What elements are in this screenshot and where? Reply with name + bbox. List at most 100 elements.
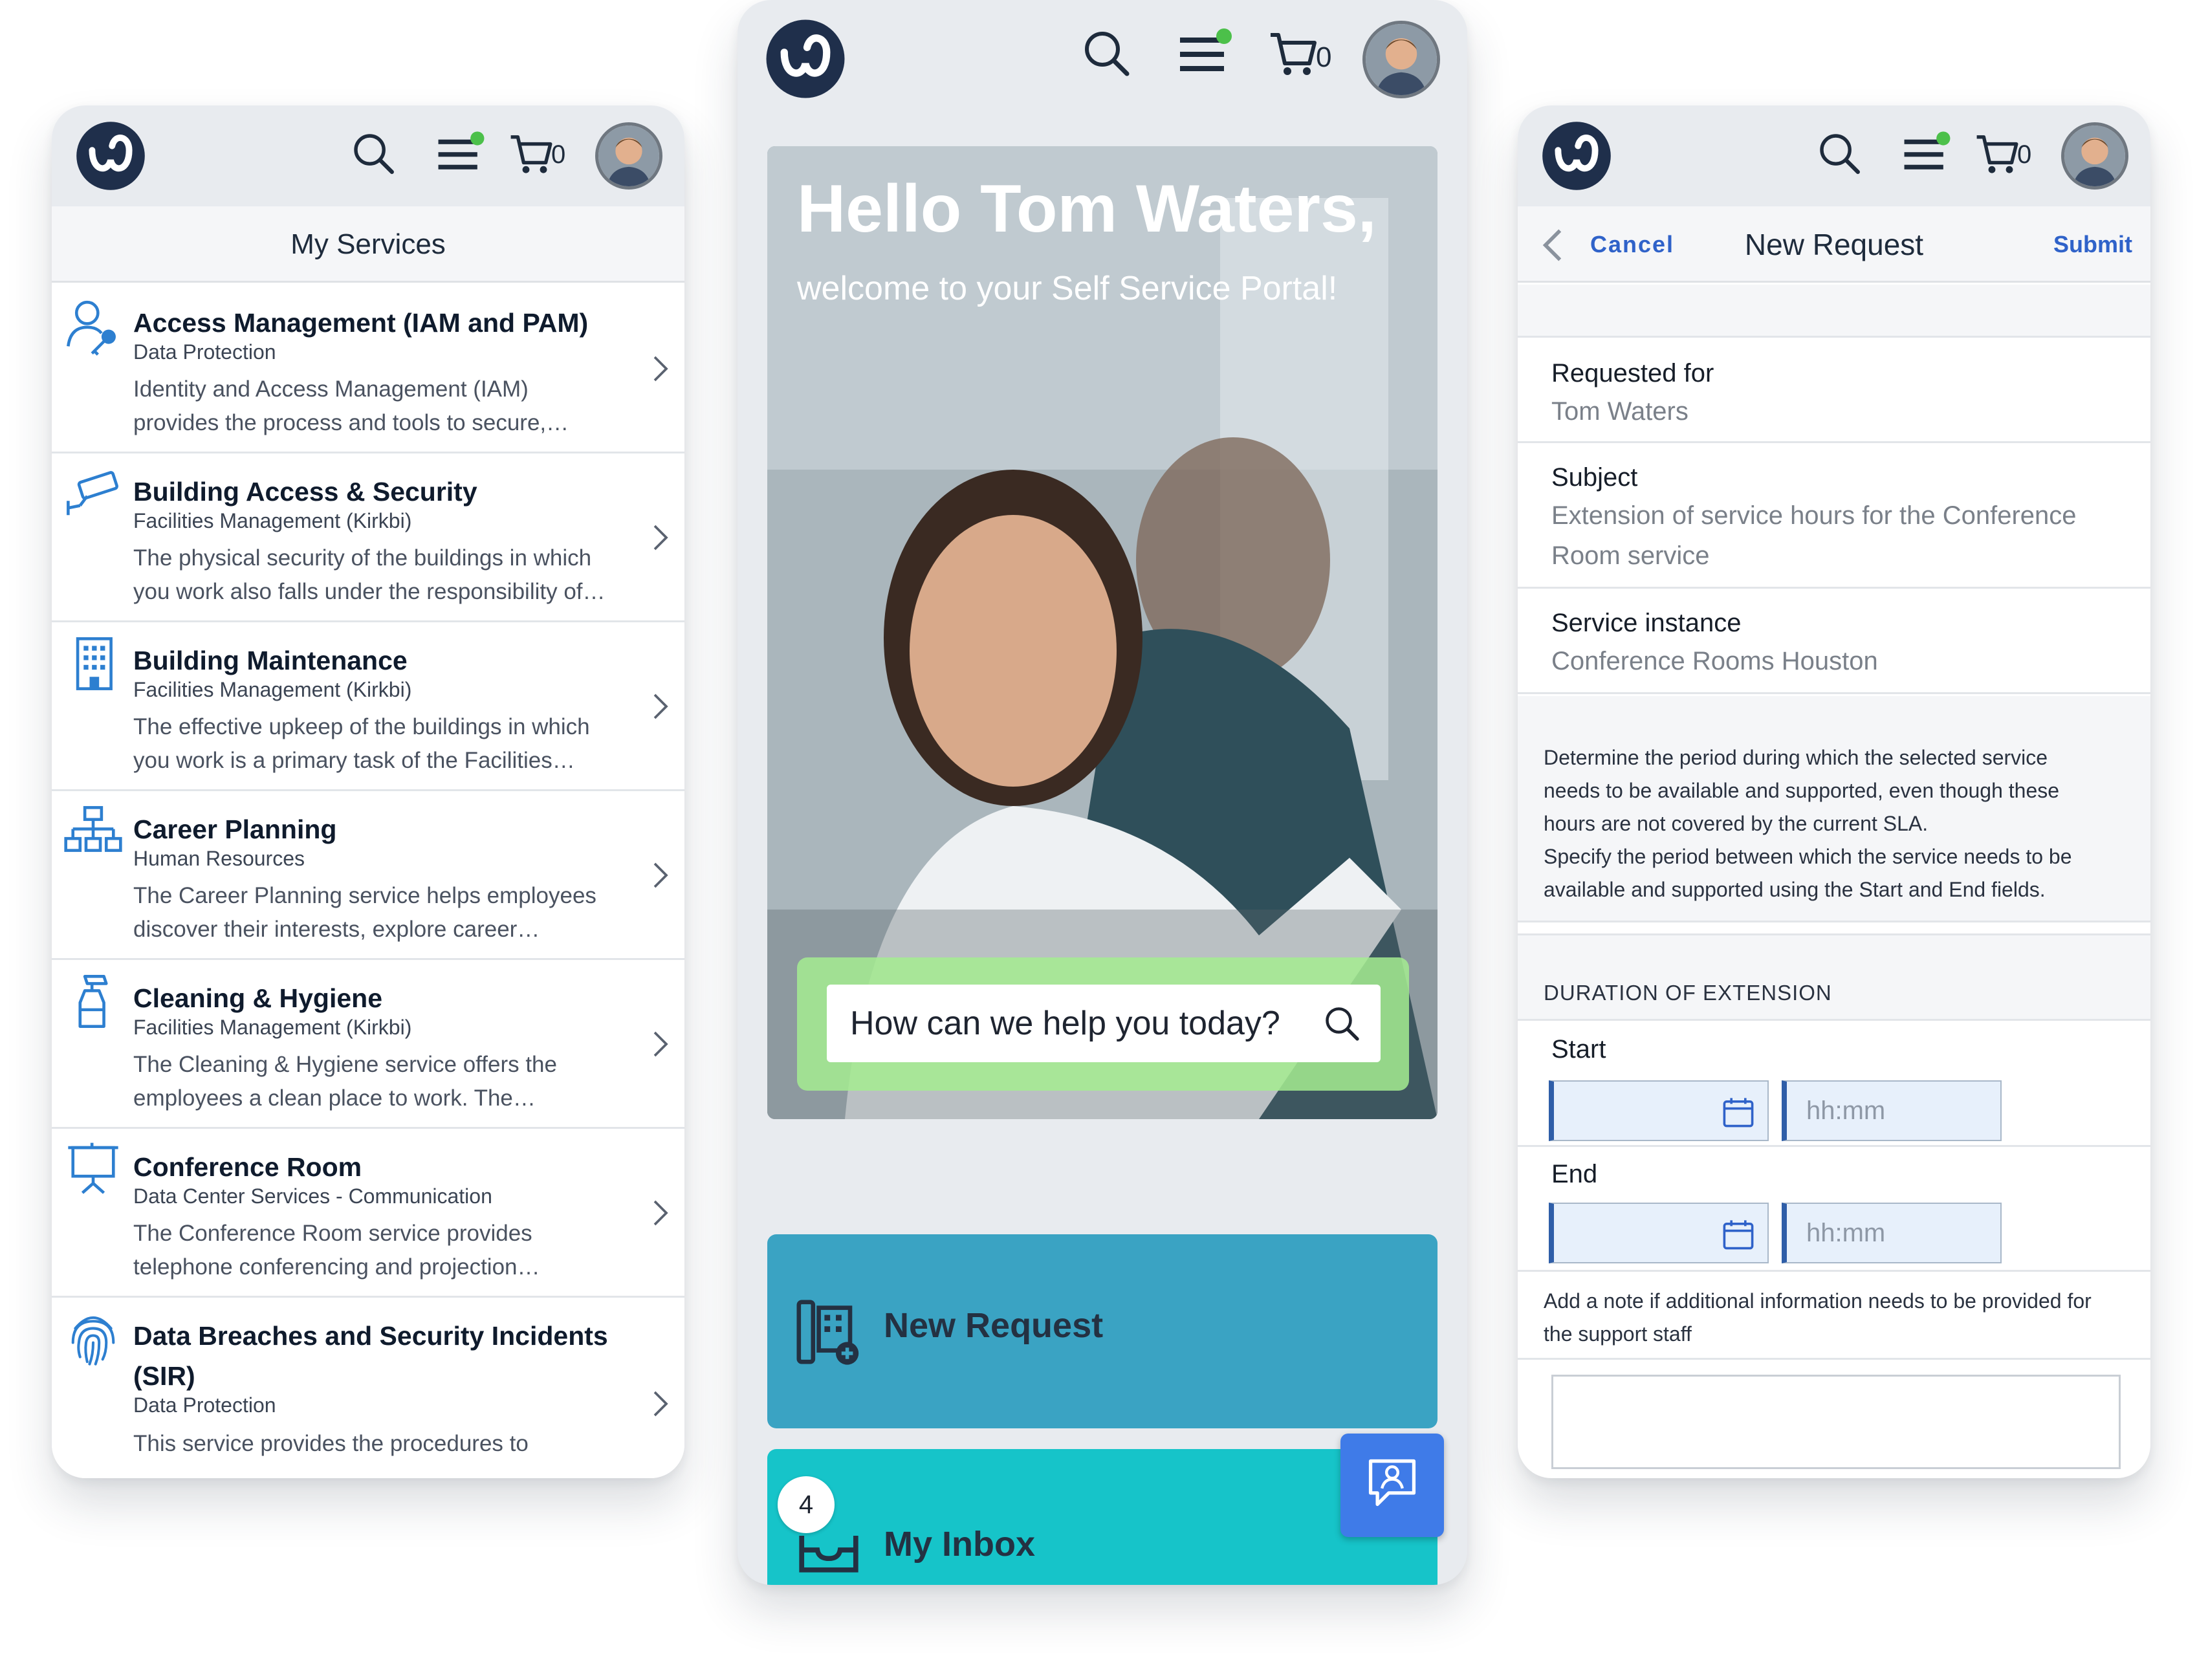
menu-icon[interactable] <box>1177 27 1234 79</box>
calendar-icon[interactable] <box>1721 1217 1756 1252</box>
page-title: My Services <box>52 206 684 283</box>
cart-icon <box>1271 33 1317 75</box>
note-hint-line-1: Add a note if additional information nee… <box>1544 1289 2092 1313</box>
start-label: Start <box>1551 1035 1606 1064</box>
cancel-button[interactable]: Cancel <box>1590 206 1674 283</box>
service-category: Facilities Management (Kirkbi) <box>133 509 412 532</box>
service-category: Human Resources <box>133 847 305 870</box>
end-date-input[interactable] <box>1549 1203 1769 1263</box>
subject-label: Subject <box>1551 463 1638 492</box>
service-item-conference-room[interactable]: Conference Room Data Center Services - C… <box>52 1129 684 1298</box>
search-icon[interactable] <box>350 130 397 177</box>
cart-button[interactable]: 0 <box>508 130 580 182</box>
start-date-input[interactable] <box>1549 1080 1769 1141</box>
calendar-icon[interactable] <box>1721 1095 1756 1129</box>
new-request-screen: 0 New Request Cancel Submit Requested fo… <box>1518 105 2150 1478</box>
org-chart-icon <box>64 806 122 852</box>
time-placeholder: hh:mm <box>1806 1096 1886 1125</box>
search-icon[interactable] <box>1080 27 1132 79</box>
chevron-right-icon <box>653 693 668 719</box>
chat-button[interactable] <box>1340 1434 1444 1537</box>
security-camera-icon <box>67 471 118 516</box>
cart-count: 0 <box>551 140 566 169</box>
help-search-input[interactable]: How can we help you today? <box>827 985 1381 1062</box>
service-item-data-breaches[interactable]: Data Breaches and Security Incidents (SI… <box>52 1298 684 1478</box>
service-item-building-maintenance[interactable]: Building Maintenance Facilities Manageme… <box>52 622 684 791</box>
wx-logo-icon[interactable] <box>1541 120 1612 191</box>
start-time-input[interactable]: hh:mm <box>1782 1080 2002 1141</box>
new-request-label: New Request <box>884 1306 1104 1345</box>
services-screen: 0 My Services Access Management (IAM and… <box>52 105 684 1478</box>
service-category: Data Protection <box>133 1393 276 1417</box>
service-item-building-access[interactable]: Building Access & Security Facilities Ma… <box>52 453 684 622</box>
building-icon <box>76 637 113 690</box>
service-title: Career Planning <box>133 814 337 844</box>
search-icon[interactable] <box>1816 130 1863 177</box>
duration-section-header: DURATION OF EXTENSION <box>1518 933 2150 1021</box>
service-item-career-planning[interactable]: Career Planning Human Resources The Care… <box>52 791 684 960</box>
service-title: Cleaning & Hygiene <box>133 983 383 1013</box>
subject-value-line1: Extension of service hours for the Confe… <box>1551 501 2077 530</box>
new-request-icon <box>796 1300 859 1365</box>
end-field: End hh:mm <box>1518 1147 2150 1272</box>
duration-header: DURATION OF EXTENSION <box>1544 981 1832 1005</box>
service-title: Data Breaches and Security Incidents (SI… <box>133 1321 608 1391</box>
help-section: Determine the period during which the se… <box>1518 696 2150 922</box>
home-screen: 0 Hello Tom Waters, welcome to your Self… <box>738 0 1467 1585</box>
help-line-2: needs to be available and supported, eve… <box>1544 779 2060 802</box>
end-time-input[interactable]: hh:mm <box>1782 1203 2002 1263</box>
service-item-cleaning-hygiene[interactable]: Cleaning & Hygiene Facilities Management… <box>52 960 684 1129</box>
presentation-screen-icon <box>68 1142 118 1194</box>
chevron-right-icon <box>653 525 668 551</box>
subject-value-line2: Room service <box>1551 541 1710 570</box>
service-title: Building Maintenance <box>133 646 408 675</box>
note-hint: Add a note if additional information nee… <box>1518 1272 2150 1360</box>
requested-for-field[interactable]: Requested for Tom Waters <box>1518 340 2150 443</box>
avatar-portrait-icon <box>598 125 659 186</box>
chevron-right-icon <box>653 356 668 382</box>
spacer <box>1518 285 2150 338</box>
wx-logo-icon[interactable] <box>765 18 846 100</box>
service-description-2: you work also falls under the responsibi… <box>133 579 606 604</box>
start-field: Start hh:mm <box>1518 1021 2150 1147</box>
avatar-portrait-icon <box>1366 24 1437 95</box>
service-title: Access Management (IAM and PAM) <box>133 308 589 338</box>
note-hint-line-2: the support staff <box>1544 1322 1692 1346</box>
new-request-tile[interactable]: New Request <box>767 1234 1437 1428</box>
cart-button[interactable]: 0 <box>1974 130 2046 182</box>
welcome-subtitle: welcome to your Self Service Portal! <box>797 270 1338 307</box>
service-description-1: The Career Planning service helps employ… <box>133 883 596 908</box>
inbox-count-badge: 4 <box>778 1476 835 1533</box>
service-description-1: The Conference Room service provides <box>133 1221 532 1246</box>
service-description-2: you work is a primary task of the Facili… <box>133 748 575 773</box>
service-title: Conference Room <box>133 1152 362 1182</box>
top-bar: 0 <box>1518 105 2150 206</box>
service-description-1: The Cleaning & Hygiene service offers th… <box>133 1052 557 1077</box>
service-instance-field[interactable]: Service instance Conference Rooms Housto… <box>1518 591 2150 694</box>
search-icon[interactable] <box>1322 1004 1361 1043</box>
hero-banner: Hello Tom Waters, welcome to your Self S… <box>767 146 1437 1119</box>
avatar[interactable] <box>2061 122 2128 190</box>
service-category: Facilities Management (Kirkbi) <box>133 1016 412 1039</box>
note-textarea[interactable] <box>1551 1375 2121 1469</box>
requested-for-value: Tom Waters <box>1551 397 1689 426</box>
user-key-icon <box>67 300 116 356</box>
cart-button[interactable]: 0 <box>1268 27 1346 85</box>
cart-count: 0 <box>2017 140 2032 169</box>
menu-icon[interactable] <box>1902 130 1952 177</box>
menu-icon[interactable] <box>436 130 486 177</box>
cart-icon <box>510 135 552 173</box>
avatar[interactable] <box>595 122 662 190</box>
wx-logo-icon[interactable] <box>75 120 146 191</box>
greeting: Hello Tom Waters, <box>797 171 1377 246</box>
service-description-2: discover their interests, explore career… <box>133 917 540 942</box>
avatar[interactable] <box>1362 21 1440 98</box>
service-item-access-management[interactable]: Access Management (IAM and PAM) Data Pro… <box>52 285 684 453</box>
time-placeholder: hh:mm <box>1806 1219 1886 1247</box>
chevron-right-icon <box>653 1391 668 1417</box>
submit-button[interactable]: Submit <box>2053 206 2132 283</box>
my-inbox-tile[interactable]: 4 My Inbox <box>767 1449 1437 1585</box>
chevron-right-icon <box>653 1200 668 1226</box>
subject-field[interactable]: Subject Extension of service hours for t… <box>1518 445 2150 589</box>
search-placeholder: How can we help you today? <box>850 1005 1280 1042</box>
